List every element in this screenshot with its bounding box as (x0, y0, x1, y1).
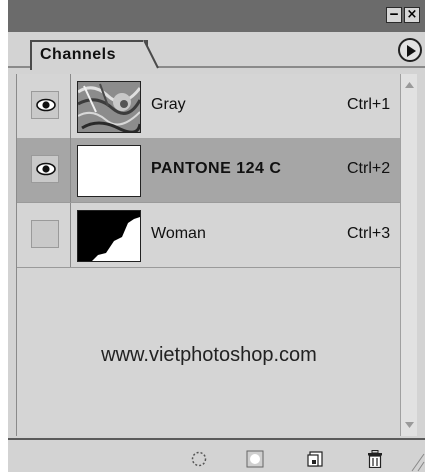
tab-channels[interactable]: Channels (30, 40, 148, 70)
channel-shortcut: Ctrl+1 (347, 96, 391, 113)
channel-name: PANTONE 124 C (151, 160, 282, 177)
tab-edge (143, 40, 159, 70)
minimize-button[interactable]: ‒ (386, 7, 402, 23)
channels-bottom-toolbar (8, 438, 425, 472)
close-button[interactable]: × (404, 7, 420, 23)
tab-channels-label: Channels (40, 46, 117, 63)
save-selection-as-channel-icon[interactable] (246, 450, 264, 468)
channel-row-pantone-124-c[interactable]: PANTONE 124 C Ctrl+2 (17, 138, 401, 203)
channel-list: Gray Ctrl+1 PANTONE 124 C Ctrl+2 Woman C… (16, 74, 401, 436)
channel-name: Woman (151, 225, 206, 242)
white-spot-color-thumbnail (77, 145, 141, 197)
channel-row-woman[interactable]: Woman Ctrl+3 (17, 203, 401, 268)
panel-menu-button[interactable] (398, 38, 422, 62)
visibility-cell[interactable] (17, 203, 71, 267)
resize-grip-icon[interactable] (408, 446, 425, 472)
load-channel-as-selection-icon[interactable] (190, 450, 208, 468)
visibility-cell[interactable] (17, 74, 71, 138)
channel-name: Gray (151, 96, 186, 113)
scroll-down-arrow-icon[interactable] (404, 420, 415, 430)
eye-icon (36, 162, 56, 176)
black-white-mask-thumbnail (77, 210, 141, 262)
scroll-up-arrow-icon[interactable] (404, 80, 415, 90)
minimize-icon: ‒ (389, 7, 399, 22)
palette-title-bar[interactable]: ‒ × (8, 0, 425, 32)
watermark-text: www.vietphotoshop.com (101, 344, 317, 366)
panel-menu-arrow-icon (407, 45, 416, 57)
eye-icon (36, 98, 56, 112)
visibility-toggle[interactable] (31, 91, 59, 119)
close-icon: × (406, 7, 418, 22)
vertical-scrollbar[interactable] (400, 74, 417, 436)
channel-shortcut: Ctrl+3 (347, 225, 391, 242)
channel-row-gray[interactable]: Gray Ctrl+1 (17, 74, 401, 139)
channels-panel: ‒ × Channels Gray Ctrl+1 PANTONE 124 C C… (8, 0, 425, 472)
gray-photo-thumbnail (77, 81, 141, 133)
visibility-toggle[interactable] (31, 155, 59, 183)
visibility-cell[interactable] (17, 138, 71, 202)
new-channel-icon[interactable] (306, 450, 324, 468)
delete-channel-icon[interactable] (366, 450, 384, 468)
channel-shortcut: Ctrl+2 (347, 160, 391, 177)
visibility-toggle-empty[interactable] (31, 220, 59, 248)
